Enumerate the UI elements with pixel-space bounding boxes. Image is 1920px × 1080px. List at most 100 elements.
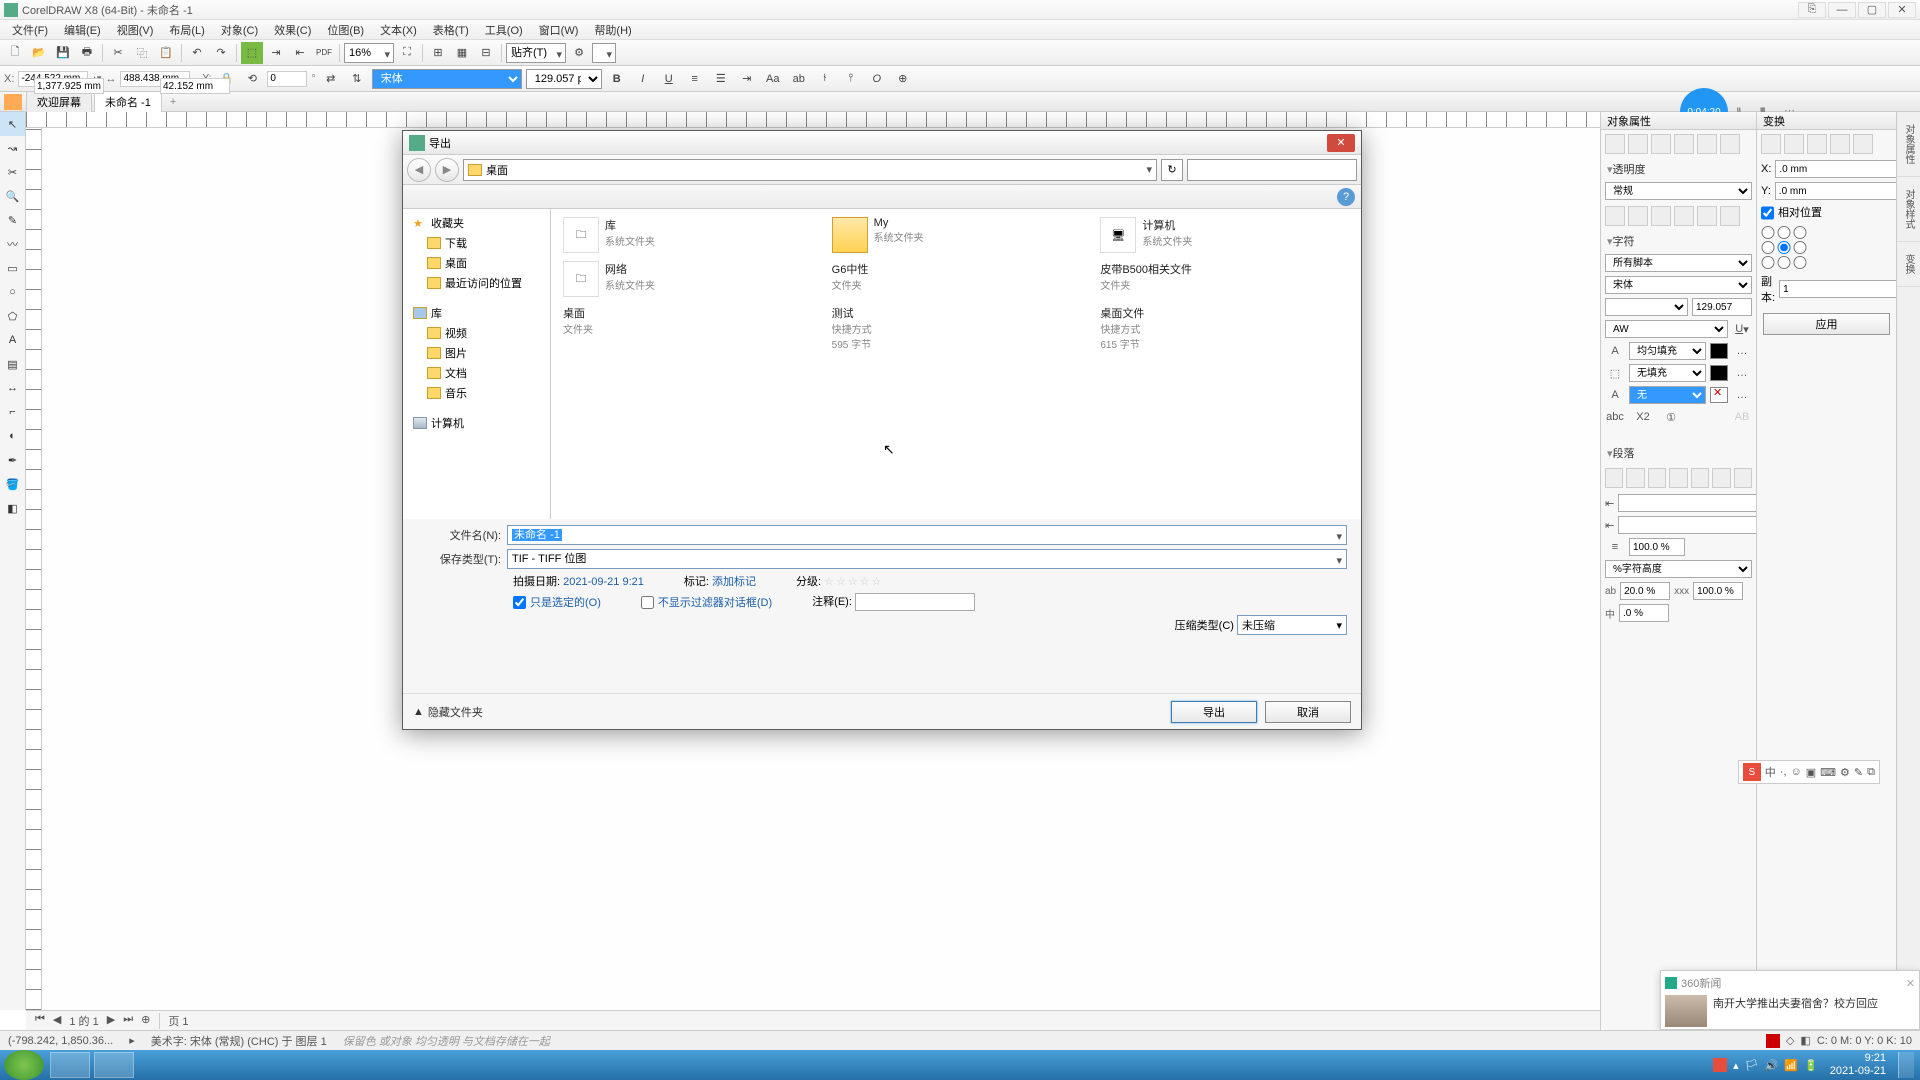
ime-toolbar[interactable]: S 中·,☺▣⌨⚙✎⧉ <box>1738 760 1880 784</box>
hide-folders-toggle[interactable]: ▲隐藏文件夹 <box>413 704 483 720</box>
import-icon[interactable]: ⇥ <box>265 42 287 64</box>
caps-icon[interactable]: Aa <box>762 68 784 90</box>
menu-effects[interactable]: 效果(C) <box>266 20 319 40</box>
copies-input[interactable] <box>1779 280 1896 298</box>
taskbar-app-1[interactable] <box>50 1052 90 1078</box>
allcaps-icon[interactable]: ① <box>1661 408 1681 426</box>
obj-y[interactable] <box>34 78 104 94</box>
underline-icon[interactable]: U <box>658 68 680 90</box>
file-item[interactable]: 皮带B500相关文件文件夹 <box>1098 259 1351 299</box>
trans-texture-icon[interactable] <box>1697 206 1717 226</box>
font-family-select[interactable]: 宋体 <box>372 69 522 89</box>
help-icon[interactable]: ? <box>1337 188 1355 206</box>
char-spacing[interactable] <box>1620 582 1670 600</box>
transparency-tab-icon[interactable] <box>1651 134 1671 154</box>
new-icon[interactable]: 🗋 <box>4 42 26 64</box>
font-size-select[interactable]: 129.057 pt <box>526 69 602 89</box>
file-item[interactable]: 🖥计算机系统文件夹 <box>1098 215 1351 255</box>
compress-select[interactable]: 未压缩▾ <box>1237 615 1347 635</box>
blend-mode-select[interactable]: 常规 <box>1605 182 1752 200</box>
align-more-icon[interactable] <box>1734 468 1752 488</box>
export-button[interactable]: 导出 <box>1171 701 1257 723</box>
tree-favorites[interactable]: ★收藏夹 <box>403 213 550 233</box>
text-dir-icon[interactable]: ⫮ <box>814 68 836 90</box>
tree-documents[interactable]: 文档 <box>403 363 550 383</box>
copy-icon[interactable]: ⿻ <box>131 42 153 64</box>
file-item[interactable]: 🗀库系统文件夹 <box>561 215 814 255</box>
tray-ime-icon[interactable] <box>1713 1058 1727 1072</box>
fill-more-icon[interactable]: … <box>1732 342 1752 360</box>
trans-fountain-icon[interactable] <box>1651 206 1671 226</box>
filename-input[interactable]: 未命名 -1 <box>507 525 1347 545</box>
omega-icon[interactable]: O <box>866 68 888 90</box>
align-center-icon[interactable] <box>1626 468 1644 488</box>
address-bar[interactable]: 桌面 <box>463 159 1157 181</box>
menu-table[interactable]: 表格(T) <box>425 20 477 40</box>
menu-layout[interactable]: 布局(L) <box>161 20 212 40</box>
news-close-icon[interactable]: ✕ <box>1906 977 1915 990</box>
undo-icon[interactable]: ↶ <box>186 42 208 64</box>
effects-tool-icon[interactable]: ◐ <box>0 424 25 448</box>
open-icon[interactable]: 📂 <box>28 42 50 64</box>
outline-more-icon[interactable]: … <box>1732 386 1752 404</box>
t-scale-icon[interactable] <box>1807 134 1827 154</box>
show-desktop-button[interactable] <box>1898 1052 1914 1078</box>
indent-icon[interactable]: ⇥ <box>736 68 758 90</box>
page-next-icon[interactable]: ▶ <box>104 1013 118 1029</box>
artistic-media-icon[interactable]: 〰 <box>0 232 25 256</box>
add-tab-button[interactable]: + <box>164 94 182 110</box>
tray-show-hidden-icon[interactable]: ▴ <box>1733 1059 1739 1072</box>
add-icon[interactable]: ⊕ <box>892 68 914 90</box>
italic-icon[interactable]: I <box>632 68 654 90</box>
bg-more-icon[interactable]: … <box>1732 364 1752 382</box>
kerning-select[interactable]: AW <box>1605 320 1728 338</box>
outline-tool-icon[interactable]: ◧ <box>0 496 25 520</box>
trans-none-icon[interactable] <box>1605 206 1625 226</box>
launch-combo[interactable] <box>592 43 616 63</box>
outline-none-swatch[interactable]: ✕ <box>1710 387 1728 403</box>
news-headline[interactable]: 南开大学推出夫妻宿舍？校方回应 <box>1713 995 1878 1027</box>
tab-document[interactable]: 未命名 -1 <box>94 91 162 112</box>
eyedropper-tool-icon[interactable]: ✒ <box>0 448 25 472</box>
character-section[interactable]: 字符 <box>1601 230 1756 252</box>
crop-tool-icon[interactable]: ✂ <box>0 160 25 184</box>
menu-help[interactable]: 帮助(H) <box>586 20 639 40</box>
fill-tab-icon[interactable] <box>1628 134 1648 154</box>
list-icon[interactable]: ☰ <box>710 68 732 90</box>
date-value[interactable]: 2021-09-21 9:21 <box>563 576 644 588</box>
align-right-icon[interactable] <box>1648 468 1666 488</box>
word-spacing[interactable] <box>1693 582 1743 600</box>
bold-icon[interactable]: B <box>606 68 628 90</box>
tree-video[interactable]: 视频 <box>403 323 550 343</box>
paragraph-section[interactable]: 段落 <box>1601 442 1756 464</box>
fullscreen-icon[interactable]: ⛶ <box>396 42 418 64</box>
page-prev-icon[interactable]: ◀ <box>50 1013 64 1029</box>
start-button[interactable] <box>4 1050 44 1080</box>
align-icon[interactable]: ≡ <box>684 68 706 90</box>
tray-network-icon[interactable]: 📶 <box>1784 1059 1798 1072</box>
tab-welcome[interactable]: 欢迎屏幕 <box>26 91 92 112</box>
rectangle-tool-icon[interactable]: ▭ <box>0 256 25 280</box>
tree-recent[interactable]: 最近访问的位置 <box>403 273 550 293</box>
t-skew-icon[interactable] <box>1853 134 1873 154</box>
apply-button[interactable]: 应用 <box>1763 313 1890 335</box>
file-item[interactable]: G6中性文件夹 <box>830 259 1083 299</box>
t-y-input[interactable] <box>1775 182 1896 200</box>
line-height-select[interactable]: %字符高度 <box>1605 560 1752 578</box>
filetype-select[interactable]: TIF - TIFF 位图 <box>507 549 1347 569</box>
refresh-button[interactable]: ↻ <box>1161 159 1183 181</box>
bg-type-select[interactable]: 无填充 <box>1629 364 1706 382</box>
rotate-icon[interactable]: ⟲ <box>241 68 263 90</box>
indent-first[interactable] <box>1618 516 1756 534</box>
text-v-icon[interactable]: ⫯ <box>840 68 862 90</box>
vtab-styles[interactable]: 对象样式 <box>1897 177 1920 242</box>
fill-tool-icon[interactable]: 🪣 <box>0 472 25 496</box>
save-icon[interactable]: 💾 <box>52 42 74 64</box>
guides-icon[interactable]: ⊟ <box>475 42 497 64</box>
ime-icon[interactable]: S <box>1743 763 1761 781</box>
ab-icon[interactable]: ab <box>788 68 810 90</box>
no-filter-checkbox[interactable]: 不显示过滤器对话框(D) <box>641 594 772 610</box>
para-tab-icon[interactable] <box>1697 134 1717 154</box>
font-size-input[interactable] <box>1692 298 1752 316</box>
file-item[interactable]: 测试快捷方式595 字节 <box>830 303 1083 353</box>
